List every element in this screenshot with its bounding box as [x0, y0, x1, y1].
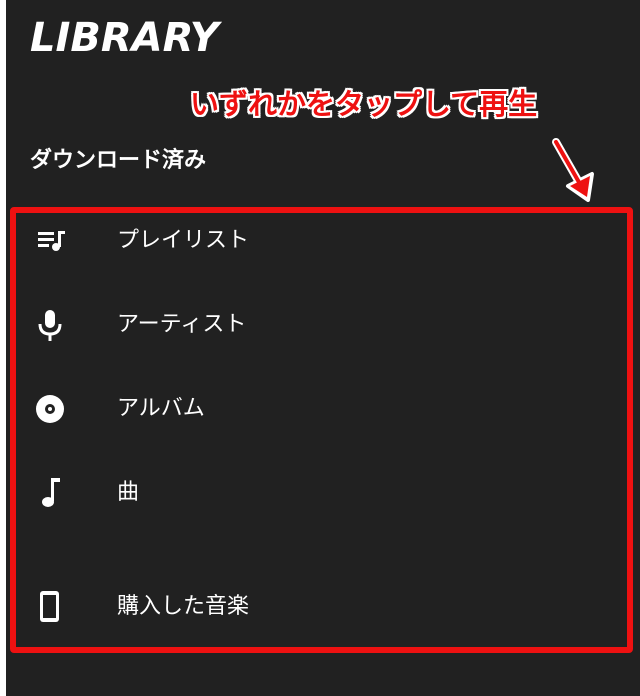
annotation-text: いずれかをタップして再生 — [190, 87, 538, 121]
section-heading-downloaded: ダウンロード済み — [30, 148, 207, 173]
highlight-box — [10, 207, 633, 653]
annotation-arrow-icon — [552, 138, 594, 202]
page-title: LIBRARY — [30, 15, 219, 61]
